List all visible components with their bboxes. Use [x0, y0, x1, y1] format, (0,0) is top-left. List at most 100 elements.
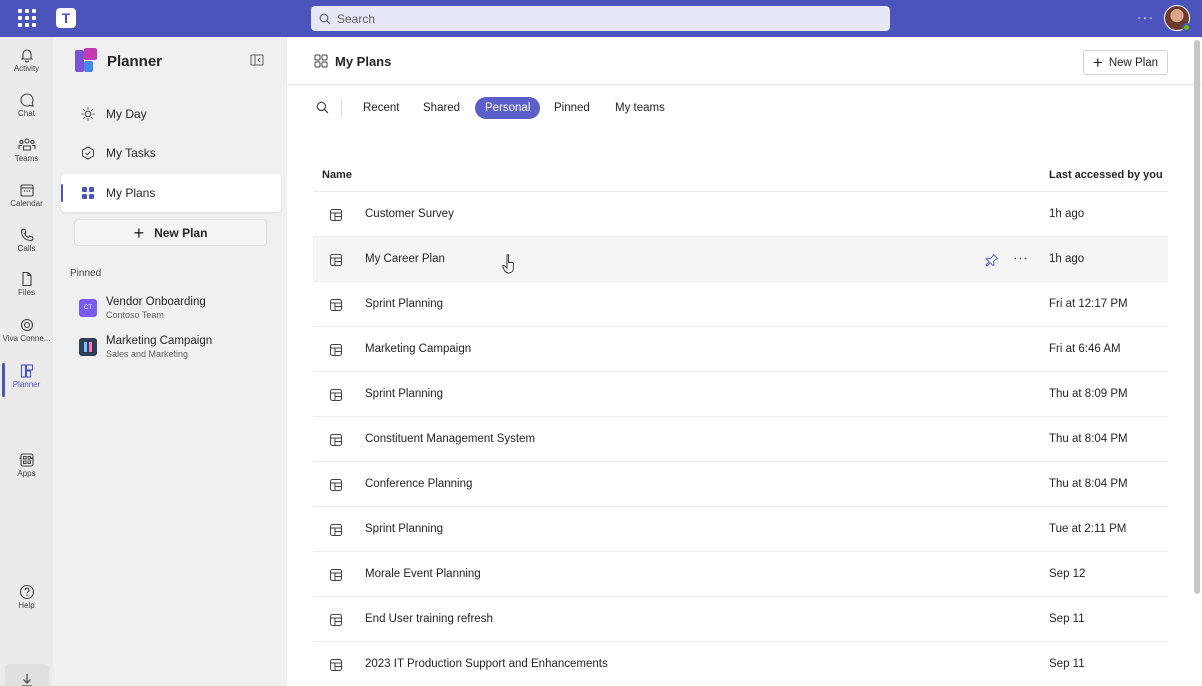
nav-label: My Day [106, 107, 147, 121]
rail-item-calendar[interactable]: Calendar [0, 180, 53, 222]
rail-item-apps[interactable]: Apps [0, 450, 53, 492]
task-check-icon [82, 146, 94, 160]
pinned-name: Vendor Onboarding [106, 296, 206, 308]
pinned-item-marketing-campaign[interactable]: Marketing Campaign Sales and Marketing [77, 332, 277, 366]
planner-icon [20, 364, 33, 378]
plan-icon [330, 614, 342, 626]
filter-my-teams[interactable]: My teams [605, 97, 675, 119]
nav-item-my-tasks[interactable]: My Tasks [61, 134, 281, 172]
rail-label: Viva Conne... [2, 334, 51, 343]
table-row[interactable]: End User training refresh Sep 11 [313, 597, 1168, 642]
search-icon [319, 13, 331, 24]
nav-item-my-plans[interactable]: My Plans [61, 174, 281, 212]
last-accessed: Fri at 12:17 PM [1049, 298, 1128, 310]
filter-search-icon[interactable] [316, 101, 329, 114]
plan-name: Morale Event Planning [365, 568, 481, 580]
row-more-icon[interactable]: ··· [1013, 250, 1029, 265]
app-launcher-icon[interactable] [18, 9, 36, 27]
plan-icon-wrap [329, 433, 343, 452]
rail-label: Calls [17, 244, 36, 253]
plan-icon [330, 479, 342, 491]
calendar-icon [19, 184, 34, 197]
collapse-sidebar-icon[interactable] [250, 54, 264, 66]
plan-icon [330, 659, 342, 671]
filter-recent[interactable]: Recent [353, 97, 409, 119]
more-options-icon[interactable]: ··· [1137, 9, 1154, 25]
table-row[interactable]: 2023 IT Production Support and Enhanceme… [313, 642, 1168, 686]
new-plan-button[interactable]: + New Plan [74, 219, 267, 246]
last-accessed: Thu at 8:04 PM [1049, 433, 1128, 445]
phone-icon [20, 228, 34, 242]
plan-icon-wrap [329, 613, 343, 632]
plan-name: My Career Plan [365, 253, 445, 265]
column-header-last-accessed[interactable]: Last accessed by you [1049, 169, 1163, 181]
plan-icon-wrap [329, 208, 343, 227]
nav-item-my-day[interactable]: My Day [61, 95, 281, 133]
rail-label: Files [18, 288, 35, 297]
rail-item-files[interactable]: Files [0, 269, 53, 311]
table-row[interactable]: Sprint Planning Thu at 8:09 PM [313, 372, 1168, 417]
plan-name: 2023 IT Production Support and Enhanceme… [365, 658, 608, 670]
table-row[interactable]: Sprint Planning Tue at 2:11 PM [313, 507, 1168, 552]
plan-icon-wrap [329, 253, 343, 272]
user-avatar[interactable] [1164, 5, 1191, 32]
top-bar: T Search ··· [0, 0, 1202, 37]
pinned-item-vendor-onboarding[interactable]: CT Vendor Onboarding Contoso Team [77, 293, 277, 327]
chat-icon [19, 93, 34, 107]
table-row[interactable]: My Career Plan 1h ago ··· [313, 237, 1168, 282]
plan-icon-wrap [329, 658, 343, 677]
last-accessed: Thu at 8:04 PM [1049, 478, 1128, 490]
filter-personal[interactable]: Personal [475, 97, 541, 119]
column-header-name[interactable]: Name [322, 169, 352, 181]
rail-item-planner[interactable]: Planner [0, 361, 53, 403]
nav-label: My Plans [106, 186, 156, 200]
plan-name: Conference Planning [365, 478, 473, 490]
new-plan-header-button[interactable]: + New Plan [1083, 50, 1168, 75]
rail-item-chat[interactable]: Chat [0, 90, 53, 132]
plan-icon [330, 344, 342, 356]
table-row[interactable]: Marketing Campaign Fri at 6:46 AM [313, 327, 1168, 372]
rail-item-calls[interactable]: Calls [0, 225, 53, 267]
rail-item-teams[interactable]: Teams [0, 135, 53, 177]
last-accessed: 1h ago [1049, 208, 1085, 220]
mouse-cursor-icon [502, 254, 514, 274]
nav-label: My Tasks [106, 146, 156, 160]
rail-item-activity[interactable]: Activity [0, 45, 53, 87]
file-icon [21, 271, 32, 287]
plan-name: Sprint Planning [365, 523, 443, 535]
pin-icon[interactable] [985, 253, 999, 267]
table-row[interactable]: Sprint Planning Fri at 12:17 PM [313, 282, 1168, 327]
rail-label: Teams [14, 154, 39, 163]
plan-icon-wrap [329, 298, 343, 317]
last-accessed: Fri at 6:46 AM [1049, 343, 1121, 355]
rail-label: Chat [18, 109, 35, 118]
team-avatar-icon [84, 342, 92, 352]
plan-name: Marketing Campaign [365, 343, 472, 355]
scrollbar[interactable] [1194, 40, 1200, 594]
teams-icon [17, 138, 36, 151]
filter-bar: Recent Shared Personal Pinned My teams [287, 95, 1202, 121]
rail-item-viva[interactable]: Viva Conne... [0, 315, 53, 357]
table-row[interactable]: Customer Survey 1h ago [313, 192, 1168, 237]
search-input[interactable]: Search [311, 6, 890, 31]
last-accessed: Sep 11 [1049, 613, 1085, 625]
filter-shared[interactable]: Shared [413, 97, 470, 119]
table-row[interactable]: Conference Planning Thu at 8:04 PM [313, 462, 1168, 507]
new-plan-label: New Plan [154, 225, 208, 240]
rail-item-help[interactable]: Help [0, 582, 53, 624]
table-row[interactable]: Constituent Management System Thu at 8:04… [313, 417, 1168, 462]
filter-pinned[interactable]: Pinned [544, 97, 600, 119]
download-button[interactable] [5, 664, 49, 686]
presence-icon [1182, 23, 1191, 32]
plans-grid-icon [314, 54, 328, 68]
plan-icon-wrap [329, 523, 343, 542]
planner-title: Planner [107, 53, 163, 70]
search-placeholder: Search [337, 11, 376, 26]
table-row[interactable]: Morale Event Planning Sep 12 [313, 552, 1168, 597]
pinned-sub: Sales and Marketing [106, 349, 189, 359]
plus-icon: + [1092, 53, 1103, 72]
app-rail: Activity Chat Teams Calendar Calls Files… [0, 37, 53, 686]
bell-icon [20, 49, 33, 63]
rail-label: Activity [13, 64, 40, 73]
teams-logo-icon: T [56, 8, 76, 28]
